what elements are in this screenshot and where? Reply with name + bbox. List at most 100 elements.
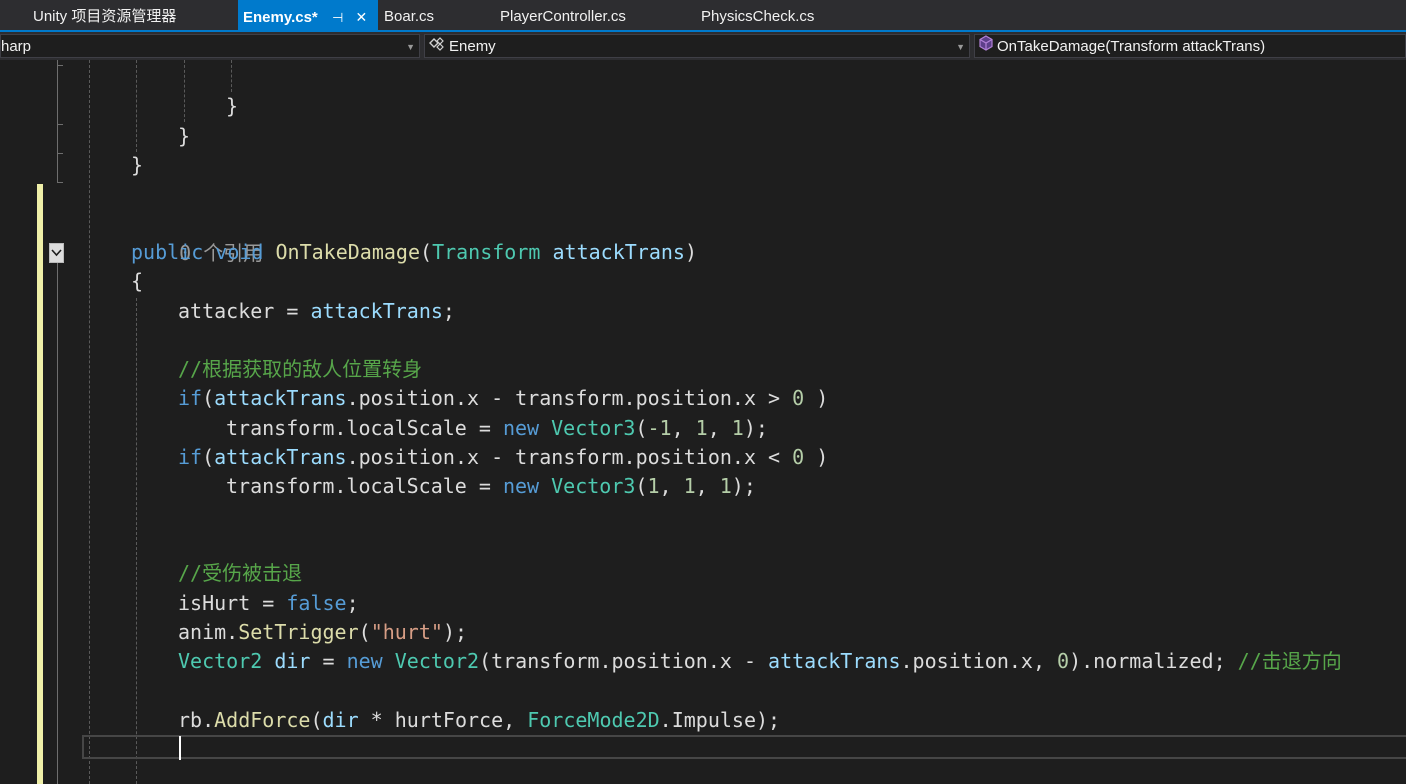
indent-guide — [136, 60, 137, 152]
code-line[interactable]: } — [178, 122, 190, 151]
code-token: } — [131, 153, 144, 177]
tab-label: Enemy.cs* — [243, 9, 318, 26]
code-line[interactable]: //受伤被击退 — [178, 559, 302, 588]
code-token: 1 — [647, 474, 660, 498]
code-line[interactable]: } — [131, 151, 143, 180]
class-name: Enemy — [449, 38, 496, 55]
code-token: attackTrans — [552, 240, 685, 264]
pin-tab-icon[interactable]: ⊣ — [332, 1, 343, 35]
indent-guide — [231, 60, 232, 92]
class-icon — [428, 35, 446, 57]
code-token: if — [178, 386, 203, 410]
code-line[interactable]: public void OnTakeDamage(Transform attac… — [131, 238, 697, 267]
unsaved-change-bar — [37, 184, 43, 784]
code-token: .position.x - transform.position.x < — [346, 445, 793, 469]
code-token: ); — [743, 416, 768, 440]
code-token: new — [346, 649, 383, 673]
code-token: 0 — [1057, 649, 1070, 673]
tab-boar-cs[interactable]: Boar.cs — [384, 0, 434, 30]
code-line[interactable]: transform.localScale = new Vector3(1, 1,… — [226, 472, 756, 501]
codelens-references[interactable]: 0 个引用 — [131, 210, 263, 265]
method-cube-icon — [978, 35, 994, 57]
code-token: new — [502, 474, 540, 498]
collapse-toggle-icon[interactable] — [49, 243, 64, 263]
chevron-down-icon: ▼ — [956, 42, 965, 52]
code-line[interactable]: Vector2 dir = new Vector2(transform.posi… — [178, 647, 1342, 676]
class-dropdown[interactable]: Enemy ▼ — [424, 34, 970, 58]
tab-physics-check-cs[interactable]: PhysicsCheck.cs — [701, 0, 814, 30]
code-token: Transform — [432, 240, 541, 264]
code-token: ( — [358, 620, 371, 644]
code-line[interactable]: } — [226, 92, 238, 121]
code-token: if — [178, 445, 203, 469]
code-token: public — [131, 240, 204, 264]
text-caret — [179, 736, 181, 760]
outline-collapse-tick — [57, 153, 63, 154]
code-token: //击退方向 — [1237, 649, 1342, 673]
code-token: new — [502, 416, 540, 440]
indent-guide — [184, 60, 185, 122]
code-token: void — [215, 240, 264, 264]
code-token: attackTrans — [214, 386, 347, 410]
code-token: ( — [202, 386, 215, 410]
code-editor[interactable]: } } } 0 个引用 public void OnTakeDamage(Tra… — [0, 60, 1406, 784]
navigation-bar: harp ▼ Enemy ▼ OnTakeDamage(Transform at… — [0, 32, 1406, 60]
member-name: OnTakeDamage(Transform attackTrans) — [997, 38, 1266, 55]
tab-player-controller-cs[interactable]: PlayerController.cs — [500, 0, 626, 30]
outline-collapse-tick — [57, 124, 63, 125]
code-token: ( — [202, 445, 215, 469]
code-token: dir — [322, 708, 359, 732]
code-token: 1 — [683, 474, 696, 498]
code-line[interactable]: if(attackTrans.position.x - transform.po… — [178, 384, 828, 413]
outline-collapse-line — [57, 263, 58, 784]
code-line[interactable]: { — [131, 267, 143, 296]
code-token: attackTrans — [214, 445, 347, 469]
code-token: attackTrans — [310, 299, 443, 323]
outline-collapse-tick — [57, 65, 63, 66]
code-line[interactable]: rb.AddForce(dir * hurtForce, ForceMode2D… — [178, 706, 780, 735]
code-token: .position.x, — [900, 649, 1058, 673]
code-token: 1 — [719, 474, 732, 498]
tab-label: Unity 项目资源管理器 — [33, 8, 177, 25]
code-line[interactable]: if(attackTrans.position.x - transform.po… — [178, 443, 828, 472]
code-line[interactable]: anim.SetTrigger("hurt"); — [178, 618, 467, 647]
code-token: } — [226, 94, 239, 118]
code-line[interactable]: transform.localScale = new Vector3(-1, 1… — [226, 414, 768, 443]
project-dropdown[interactable]: harp ▼ — [0, 34, 420, 58]
code-token: anim. — [178, 620, 239, 644]
code-token: false — [286, 591, 347, 615]
close-tab-icon[interactable]: ✕ — [355, 0, 367, 34]
code-token: dir — [274, 649, 311, 673]
code-token: //根据获取的敌人位置转身 — [178, 357, 423, 381]
code-token: 1 — [731, 416, 744, 440]
code-token: //受伤被击退 — [178, 561, 303, 585]
code-line[interactable]: attacker = attackTrans; — [178, 297, 455, 326]
code-token: Vector2 — [178, 649, 263, 673]
code-token: ); — [442, 620, 468, 644]
code-token: attacker — [178, 299, 275, 323]
code-line[interactable]: //根据获取的敌人位置转身 — [178, 355, 422, 384]
tab-unity-project-explorer[interactable]: Unity 项目资源管理器 — [33, 0, 176, 30]
code-line[interactable]: isHurt = false; — [178, 589, 359, 618]
tab-label: PhysicsCheck.cs — [701, 8, 815, 25]
member-dropdown[interactable]: OnTakeDamage(Transform attackTrans) — [974, 34, 1406, 58]
code-token: ForceMode2D — [527, 708, 660, 732]
code-token: , — [695, 474, 720, 498]
code-token: ; — [346, 591, 359, 615]
code-token: ) — [684, 240, 697, 264]
code-token: isHurt = — [178, 591, 287, 615]
code-token: Vector2 — [394, 649, 480, 673]
code-token: , — [707, 416, 732, 440]
outline-collapse-line — [57, 60, 58, 182]
code-token: .Impulse); — [659, 708, 781, 732]
code-token: (transform.position.x - — [479, 649, 769, 673]
code-token: * hurtForce, — [358, 708, 528, 732]
tab-enemy-cs[interactable]: Enemy.cs* ⊣ ✕ — [238, 0, 378, 30]
project-name: harp — [1, 38, 32, 55]
code-token: rb. — [178, 708, 215, 732]
